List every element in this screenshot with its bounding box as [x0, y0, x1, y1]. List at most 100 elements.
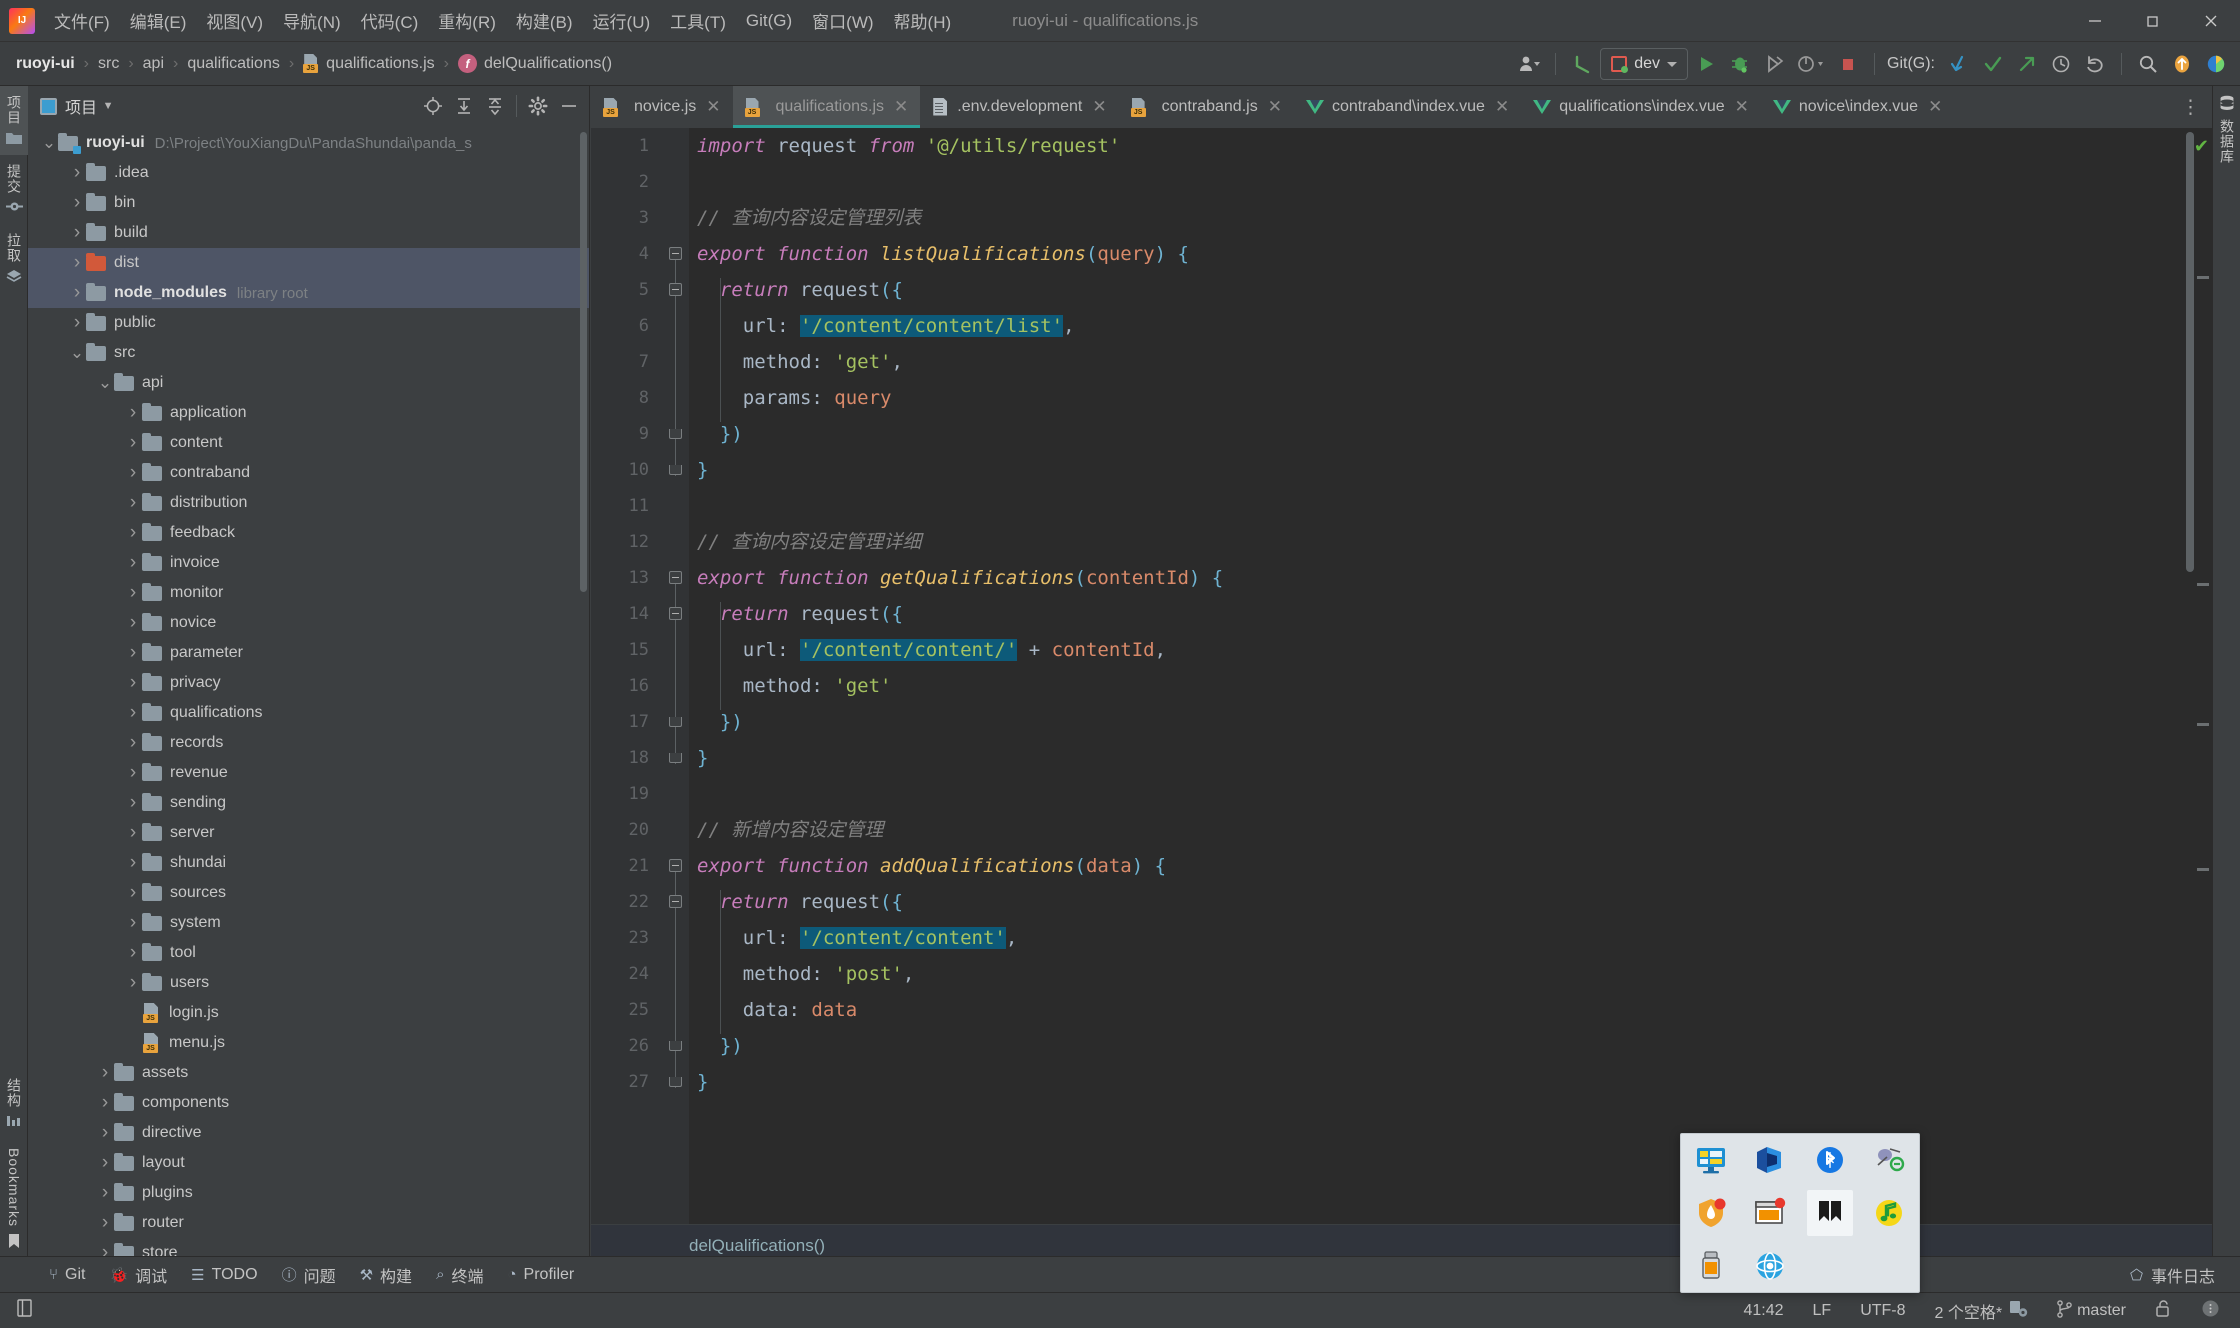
bottom-tab-terminal[interactable]: ⌕ 终端 [425, 1259, 494, 1291]
chevron-down-icon[interactable]: ⌄ [96, 374, 114, 391]
update-window-icon[interactable] [1747, 1190, 1793, 1236]
bluetooth-icon[interactable] [1807, 1137, 1853, 1183]
tree-node-application[interactable]: › application [28, 398, 589, 428]
menu-build[interactable]: 构建(B) [507, 4, 582, 37]
project-tree-vertical-scrollbar[interactable] [580, 132, 587, 592]
editor-tab-qualifications-js[interactable]: JS qualifications.js ✕ [732, 86, 921, 128]
chevron-right-icon[interactable]: › [96, 1122, 114, 1144]
chevron-right-icon[interactable]: › [124, 972, 142, 994]
git-update-icon[interactable] [1943, 48, 1975, 80]
tree-node-build[interactable]: › build [28, 218, 589, 248]
tool-tab-commit[interactable]: 提交 [0, 155, 28, 224]
run-configuration-selector[interactable]: dev [1600, 48, 1688, 80]
bottom-tab-profiler[interactable]: ◔ Profiler [496, 1262, 585, 1288]
tool-tab-project[interactable]: 项目 [0, 86, 28, 155]
code-line[interactable]: // 查询内容设定管理列表 [697, 200, 2212, 236]
code-line[interactable]: // 查询内容设定管理详细 [697, 524, 2212, 560]
code-line[interactable]: }) [697, 416, 2212, 452]
tree-node-public[interactable]: › public [28, 308, 589, 338]
bottom-tab-debug[interactable]: 🐞 调试 [98, 1259, 178, 1291]
menu-edit[interactable]: 编辑(E) [121, 4, 196, 37]
tree-node-feedback[interactable]: › feedback [28, 518, 589, 548]
tree-node-qualifications[interactable]: › qualifications [28, 698, 589, 728]
tree-node-sources[interactable]: › sources [28, 878, 589, 908]
usb-device-icon[interactable] [1688, 1243, 1734, 1289]
tree-node-privacy[interactable]: › privacy [28, 668, 589, 698]
chevron-right-icon[interactable]: › [68, 192, 86, 214]
event-log-button[interactable]: ⬠ 事件日志 [2119, 1259, 2226, 1291]
tree-node-menu-js[interactable]: JS menu.js [28, 1028, 589, 1058]
menu-help[interactable]: 帮助(H) [885, 4, 961, 37]
bottom-tab-build[interactable]: ⚒ 构建 [349, 1259, 423, 1291]
menu-tools[interactable]: 工具(T) [661, 4, 735, 37]
close-icon[interactable]: ✕ [706, 97, 720, 117]
fold-region-end-icon[interactable] [669, 1041, 682, 1051]
menu-run[interactable]: 运行(U) [584, 4, 660, 37]
code-line[interactable]: } [697, 1064, 2212, 1100]
code-line[interactable]: url: '/content/content/list', [697, 308, 2212, 344]
chevron-right-icon[interactable]: › [96, 1212, 114, 1234]
indent-setting[interactable]: 2 个空格* [1929, 1296, 2035, 1326]
fold-region-end-icon[interactable] [669, 1077, 682, 1087]
tree-node-sending[interactable]: › sending [28, 788, 589, 818]
chevron-right-icon[interactable]: › [124, 882, 142, 904]
target-icon[interactable] [419, 92, 447, 120]
code-line[interactable]: return request({ [697, 884, 2212, 920]
code-line[interactable] [697, 776, 2212, 812]
bottom-tab-todo[interactable]: ☰ TODO [180, 1262, 268, 1288]
chevron-right-icon[interactable]: › [124, 582, 142, 604]
editor-tab--env-development[interactable]: .env.development ✕ [920, 86, 1118, 128]
menu-refactor[interactable]: 重构(R) [429, 4, 505, 37]
fold-collapse-icon[interactable] [669, 859, 682, 872]
breadcrumb-project[interactable]: ruoyi-ui [12, 53, 79, 75]
code-line[interactable]: params: query [697, 380, 2212, 416]
nvidia-icon[interactable] [1747, 1137, 1793, 1183]
breadcrumb-api[interactable]: api [139, 53, 168, 75]
code-line[interactable]: method: 'get' [697, 668, 2212, 704]
chevron-right-icon[interactable]: › [124, 852, 142, 874]
code-line[interactable]: url: '/content/content', [697, 920, 2212, 956]
tree-node-parameter[interactable]: › parameter [28, 638, 589, 668]
tree-node--idea[interactable]: › .idea [28, 158, 589, 188]
editor-tab-novice-index-vue[interactable]: novice\index.vue ✕ [1761, 86, 1954, 128]
chevron-right-icon[interactable]: › [124, 762, 142, 784]
chevron-right-icon[interactable]: › [68, 312, 86, 334]
chevron-right-icon[interactable]: › [96, 1152, 114, 1174]
editor-tab-contraband-index-vue[interactable]: contraband\index.vue ✕ [1294, 86, 1521, 128]
fold-collapse-icon[interactable] [669, 607, 682, 620]
git-branch-widget[interactable]: master [2051, 1297, 2132, 1325]
tree-node-content[interactable]: › content [28, 428, 589, 458]
tree-node-bin[interactable]: › bin [28, 188, 589, 218]
chevron-right-icon[interactable]: › [68, 162, 86, 184]
menu-navigate[interactable]: 导航(N) [274, 4, 350, 37]
code-line[interactable]: }) [697, 1028, 2212, 1064]
chevron-down-icon[interactable]: ▼ [97, 92, 119, 120]
close-icon[interactable]: ✕ [894, 97, 908, 117]
tree-node-users[interactable]: › users [28, 968, 589, 998]
run-with-coverage-button[interactable] [1758, 48, 1790, 80]
menu-git[interactable]: Git(G) [737, 7, 801, 35]
chevron-right-icon[interactable]: › [124, 822, 142, 844]
tree-node-monitor[interactable]: › monitor [28, 578, 589, 608]
tree-node-contraband[interactable]: › contraband [28, 458, 589, 488]
breadcrumb-function[interactable]: f delQualifications() [454, 52, 616, 75]
stripe-mark[interactable] [2197, 276, 2209, 279]
tree-node-router[interactable]: › router [28, 1208, 589, 1238]
code-line[interactable]: // 新增内容设定管理 [697, 812, 2212, 848]
code-editor[interactable]: 1 2 3 4 5 6 7 8 9 10 11 12 13 14 15 16 17 18 19 20 21 22 23 24 2… [591, 128, 2212, 1224]
editor-tab-qualifications-index-vue[interactable]: qualifications\index.vue ✕ [1521, 86, 1761, 128]
more-options-icon[interactable] [2195, 1296, 2226, 1326]
chevron-right-icon[interactable]: › [124, 522, 142, 544]
fold-collapse-icon[interactable] [669, 895, 682, 908]
debug-button[interactable] [1724, 48, 1756, 80]
chevron-right-icon[interactable]: › [124, 612, 142, 634]
tree-node-directive[interactable]: › directive [28, 1118, 589, 1148]
chevron-right-icon[interactable]: › [96, 1062, 114, 1084]
close-icon[interactable]: ✕ [1928, 97, 1942, 117]
tree-node-components[interactable]: › components [28, 1088, 589, 1118]
run-button[interactable] [1690, 48, 1722, 80]
fold-region-end-icon[interactable] [669, 717, 682, 727]
caret-position[interactable]: 41:42 [1737, 1299, 1789, 1323]
chevron-right-icon[interactable]: › [124, 732, 142, 754]
globe-app-icon[interactable] [1747, 1243, 1793, 1289]
